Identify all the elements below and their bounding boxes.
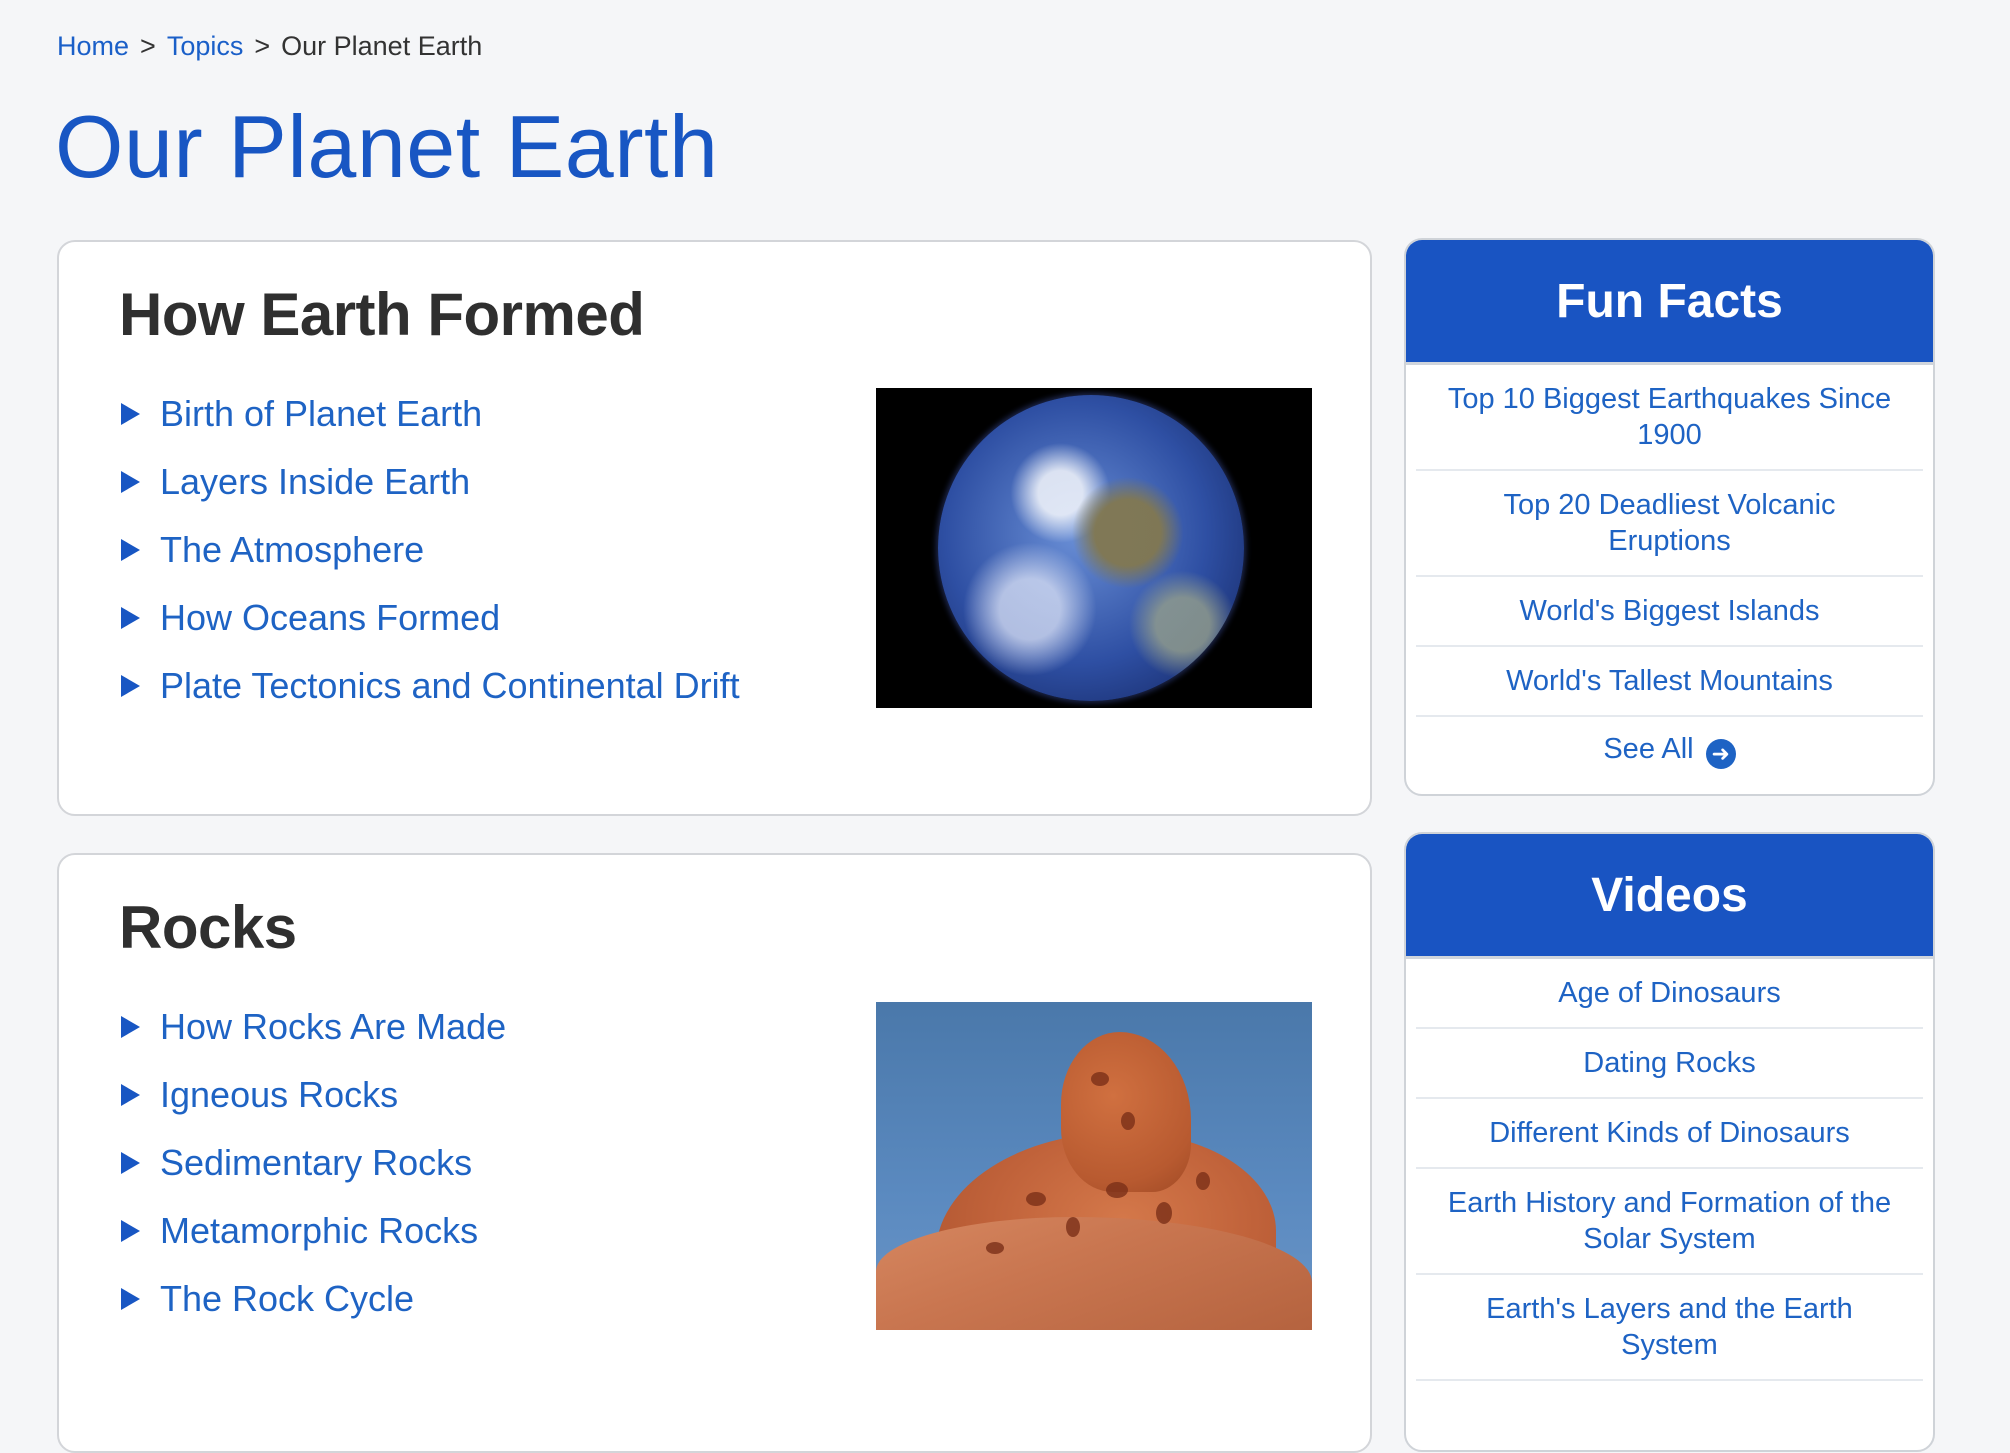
videos-heading: Videos — [1406, 834, 1933, 959]
triangle-right-icon — [121, 1084, 140, 1106]
globe-graphic — [938, 395, 1244, 701]
topic-link[interactable]: The Rock Cycle — [160, 1278, 414, 1320]
video-link[interactable]: Earth History and Formation of the Solar… — [1448, 1187, 1891, 1255]
list-item: Dating Rocks — [1416, 1029, 1923, 1099]
breadcrumb-separator: > — [140, 31, 156, 61]
earth-globe-image[interactable] — [876, 388, 1312, 708]
list-item: How Oceans Formed — [121, 584, 740, 652]
topic-link[interactable]: How Rocks Are Made — [160, 1006, 506, 1048]
list-item: Layers Inside Earth — [121, 448, 740, 516]
rock-hole — [1156, 1202, 1172, 1224]
triangle-right-icon — [121, 1288, 140, 1310]
triangle-right-icon — [121, 1016, 140, 1038]
breadcrumb-home[interactable]: Home — [57, 31, 129, 61]
see-all-row: See All ➜ — [1416, 717, 1923, 783]
rock-hole — [1196, 1172, 1210, 1190]
fun-fact-link[interactable]: Top 20 Deadliest Volcanic Eruptions — [1503, 489, 1835, 557]
list-item: Different Kinds of Dinosaurs — [1416, 1099, 1923, 1169]
sandstone-rock-image[interactable] — [876, 1002, 1312, 1330]
fun-facts-list: Top 10 Biggest Earthquakes Since 1900 To… — [1406, 365, 1933, 783]
list-item: Igneous Rocks — [121, 1061, 506, 1129]
triangle-right-icon — [121, 471, 140, 493]
fun-fact-link[interactable]: World's Biggest Islands — [1520, 595, 1820, 627]
video-link[interactable]: Earth's Layers and the Earth System — [1486, 1293, 1853, 1361]
video-link[interactable]: Dating Rocks — [1583, 1047, 1755, 1079]
rock-hole — [1121, 1112, 1135, 1130]
arrow-circle-right-icon: ➜ — [1705, 739, 1736, 769]
triangle-right-icon — [121, 607, 140, 629]
video-link[interactable]: Different Kinds of Dinosaurs — [1489, 1117, 1850, 1149]
triangle-right-icon — [121, 403, 140, 425]
page-title: Our Planet Earth — [55, 97, 719, 196]
section-link-list: Birth of Planet Earth Layers Inside Eart… — [121, 380, 740, 720]
topic-link[interactable]: How Oceans Formed — [160, 597, 500, 639]
breadcrumb-separator: > — [254, 31, 271, 61]
topic-link[interactable]: Birth of Planet Earth — [160, 393, 482, 435]
breadcrumb-topics[interactable]: Topics — [167, 31, 244, 61]
list-item: The Atmosphere — [121, 516, 740, 584]
see-all-link[interactable]: See All ➜ — [1603, 733, 1736, 769]
fun-fact-link[interactable]: Top 10 Biggest Earthquakes Since 1900 — [1448, 383, 1891, 451]
list-item: Sedimentary Rocks — [121, 1129, 506, 1197]
list-item: Age of Dinosaurs — [1416, 959, 1923, 1029]
section-title: Rocks — [119, 894, 297, 961]
list-item: Metamorphic Rocks — [121, 1197, 506, 1265]
triangle-right-icon — [121, 1152, 140, 1174]
list-item: Earth History and Formation of the Solar… — [1416, 1169, 1923, 1275]
videos-list: Age of Dinosaurs Dating Rocks Different … — [1406, 959, 1933, 1381]
topic-link[interactable]: The Atmosphere — [160, 529, 424, 571]
rock-hole — [1091, 1072, 1109, 1086]
list-item: World's Biggest Islands — [1416, 577, 1923, 647]
rock-hole — [1066, 1217, 1080, 1237]
triangle-right-icon — [121, 539, 140, 561]
fun-facts-heading: Fun Facts — [1406, 240, 1933, 365]
breadcrumb-current: Our Planet Earth — [281, 31, 483, 61]
list-item: Earth's Layers and the Earth System — [1416, 1275, 1923, 1381]
topic-link[interactable]: Igneous Rocks — [160, 1074, 398, 1116]
topic-link[interactable]: Plate Tectonics and Continental Drift — [160, 665, 740, 707]
rock-hole — [986, 1242, 1004, 1254]
list-item: Birth of Planet Earth — [121, 380, 740, 448]
triangle-right-icon — [121, 1220, 140, 1242]
fun-fact-link[interactable]: World's Tallest Mountains — [1506, 665, 1833, 697]
breadcrumb: Home > Topics > Our Planet Earth — [57, 28, 482, 64]
rock-hole — [1026, 1192, 1046, 1206]
topic-link[interactable]: Metamorphic Rocks — [160, 1210, 478, 1252]
section-title: How Earth Formed — [119, 281, 645, 348]
list-item: World's Tallest Mountains — [1416, 647, 1923, 717]
topic-link[interactable]: Layers Inside Earth — [160, 461, 470, 503]
list-item: The Rock Cycle — [121, 1265, 506, 1333]
list-item: Plate Tectonics and Continental Drift — [121, 652, 740, 720]
topic-link[interactable]: Sedimentary Rocks — [160, 1142, 472, 1184]
section-link-list: How Rocks Are Made Igneous Rocks Sedimen… — [121, 993, 506, 1333]
list-item: Top 20 Deadliest Volcanic Eruptions — [1416, 471, 1923, 577]
section-card-how-earth-formed: How Earth Formed Birth of Planet Earth L… — [57, 240, 1372, 816]
list-item: How Rocks Are Made — [121, 993, 506, 1061]
fun-facts-box: Fun Facts Top 10 Biggest Earthquakes Sin… — [1404, 238, 1935, 796]
video-link[interactable]: Age of Dinosaurs — [1558, 977, 1780, 1009]
rock-hole — [1106, 1182, 1128, 1198]
list-item: Top 10 Biggest Earthquakes Since 1900 — [1416, 365, 1923, 471]
videos-box: Videos Age of Dinosaurs Dating Rocks Dif… — [1404, 832, 1935, 1452]
triangle-right-icon — [121, 675, 140, 697]
see-all-label: See All — [1603, 733, 1694, 765]
section-card-rocks: Rocks How Rocks Are Made Igneous Rocks S… — [57, 853, 1372, 1453]
